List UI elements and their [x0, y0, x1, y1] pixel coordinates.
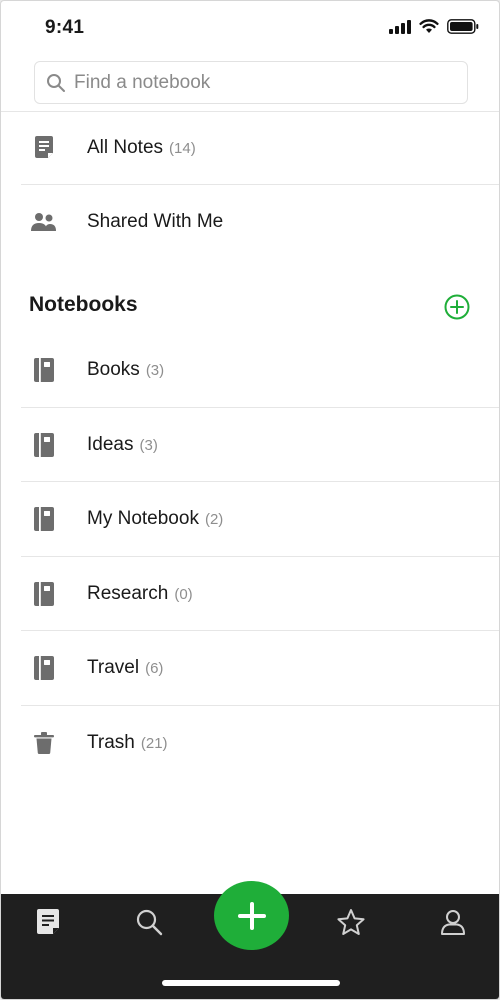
app-screen: 9:41 Find a notebook All Notes (14) Shar… — [0, 0, 500, 1000]
notebook-label: Ideas — [87, 434, 134, 455]
notebook-label: Travel — [87, 657, 140, 678]
trash-icon — [31, 730, 57, 756]
status-icons — [389, 19, 479, 34]
new-note-button[interactable] — [214, 881, 289, 950]
people-icon — [31, 209, 57, 235]
status-time: 9:41 — [45, 17, 85, 38]
note-icon — [31, 135, 57, 161]
account-icon[interactable] — [437, 906, 469, 938]
section-title-notebooks: Notebooks — [29, 293, 138, 316]
list-item-count: (21) — [140, 735, 168, 752]
plus-icon — [237, 901, 266, 930]
notebook-icon — [31, 432, 57, 458]
notebook-icon — [31, 506, 57, 532]
notes-tab-icon[interactable] — [33, 906, 65, 938]
notebook-icon — [31, 357, 57, 383]
wifi-icon — [419, 19, 439, 34]
status-bar: 9:41 — [1, 1, 499, 57]
list-item-trash[interactable]: Trash (21) — [21, 706, 499, 780]
search-input[interactable] — [74, 71, 434, 94]
notebook-icon — [31, 655, 57, 681]
list-item-label: Shared With Me — [87, 211, 224, 232]
home-indicator — [162, 980, 340, 986]
notebook-count: (0) — [174, 586, 193, 603]
battery-icon — [447, 19, 479, 34]
notebook-icon — [31, 581, 57, 607]
notebook-label: My Notebook — [87, 508, 199, 529]
list-item-shared-with-me[interactable]: Shared With Me — [21, 185, 499, 259]
search-tab-icon[interactable] — [133, 906, 165, 938]
notebook-label: Books — [87, 359, 140, 380]
notebook-count: (6) — [145, 660, 164, 677]
search-icon — [47, 73, 65, 92]
search-box[interactable] — [34, 61, 468, 104]
list-item-all-notes[interactable]: All Notes (14) — [21, 111, 499, 185]
notebook-item-ideas[interactable]: Ideas (3) — [21, 408, 499, 482]
star-icon[interactable] — [335, 906, 367, 938]
notebook-count: (2) — [204, 511, 224, 528]
notebook-count: (3) — [139, 437, 158, 454]
list-item-count: (14) — [169, 140, 196, 157]
list-item-label: Trash — [87, 732, 135, 753]
notebook-item-my-notebook[interactable]: My Notebook (2) — [21, 482, 499, 556]
notebook-item-travel[interactable]: Travel (6) — [21, 631, 499, 705]
list-item-label: All Notes — [87, 137, 164, 158]
plus-circle-icon[interactable] — [444, 294, 470, 320]
signal-icon — [389, 19, 411, 34]
notebook-item-books[interactable]: Books (3) — [21, 333, 499, 407]
notebook-count: (3) — [145, 362, 165, 379]
notebook-item-research[interactable]: Research (0) — [21, 557, 499, 631]
notebook-label: Research — [87, 583, 169, 604]
